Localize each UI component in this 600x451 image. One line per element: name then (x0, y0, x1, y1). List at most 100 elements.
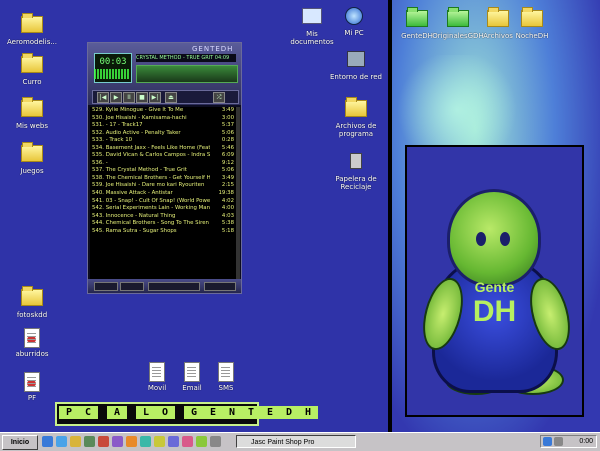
playlist-track-title: 538. The Chemical Brothers - Get Yoursel… (92, 174, 210, 181)
player-song-ticker: CRYSTAL METHOD - TRUE GRIT 04:09 (136, 54, 236, 62)
playlist-row[interactable]: 532. Audio Active - Penalty Taker 5:06 (90, 130, 236, 138)
desktop-icon-fotoskdd[interactable]: fotoskdd (4, 285, 60, 319)
folder-icon (21, 97, 43, 117)
playlist-track-title: 536. - (92, 159, 108, 166)
pause-icon[interactable]: II (123, 92, 135, 103)
quicklaunch-app-icon[interactable] (112, 436, 123, 447)
desktop-icon-nochedh[interactable]: NocheDH (504, 6, 560, 40)
taskbar-button-paint-shop-pro[interactable]: Jasc Paint Shop Pro (236, 435, 356, 448)
playlist-track-title: 541. 03 - Snap! - Cult Of Snap! (World P… (92, 197, 210, 204)
eject-icon[interactable]: ⏏ (165, 92, 177, 103)
playlist-row[interactable]: 544. Chemical Brothers - Song To The Sir… (90, 220, 236, 228)
quicklaunch-app-icon[interactable] (182, 436, 193, 447)
desktop-icon-aburridos[interactable]: aburridos (4, 328, 60, 358)
desktop-icon-label: Aeromodelis... (6, 38, 58, 46)
documents-icon (302, 8, 322, 24)
playlist-row[interactable]: 536. - 9:12 (90, 160, 236, 168)
desktop-icon-papelera[interactable]: Papelera de Reciclaje (328, 150, 384, 191)
playlist-track-duration: 2:15 (221, 182, 234, 189)
playlist-track-duration: 9:12 (221, 159, 234, 166)
desktop-icon-label: Mis webs (16, 122, 48, 130)
desktop-icon-mis-webs[interactable]: Mis webs (4, 96, 60, 130)
playlist-row[interactable]: 542. Serial Experiments Lain - Working M… (90, 205, 236, 213)
playlist-track-title: 537. The Crystal Method - True Grit (92, 167, 187, 174)
show-desktop-icon[interactable] (42, 436, 53, 447)
desktop-icon-entorno-de-red[interactable]: Entorno de red (328, 48, 384, 81)
play-icon[interactable]: ▶ (110, 92, 122, 103)
playlist-row[interactable]: 543. Innocence - Natural Thing 4:03 (90, 213, 236, 221)
playlist-scrollbar[interactable] (236, 107, 240, 279)
playlist-track-duration: 5:18 (221, 227, 234, 234)
playlist-row[interactable]: 540. Massive Attack - Antistar 19:38 (90, 190, 236, 198)
playlist-row[interactable]: 535. David Vican & Carlos Campos - Indra… (90, 152, 236, 160)
desktop-icon-curro[interactable]: Curro (4, 52, 60, 86)
playlist-track-title: 532. Audio Active - Penalty Taker (92, 129, 181, 136)
desktop-icon-aeromodelismo[interactable]: Aeromodelis... (4, 12, 60, 46)
playlist-misc-button[interactable] (204, 282, 236, 291)
quicklaunch-app-icon[interactable] (140, 436, 151, 447)
playlist-track-duration: 3:49 (221, 174, 234, 181)
playlist-row[interactable]: 538. The Chemical Brothers - Get Yoursel… (90, 175, 236, 183)
quicklaunch-app-icon[interactable] (98, 436, 109, 447)
playlist-track-duration: 5:06 (221, 167, 234, 174)
playlist-add-button[interactable] (94, 282, 118, 291)
banner-letter: T (241, 406, 261, 419)
desktop-icon-label: Papelera de Reciclaje (335, 175, 377, 191)
quicklaunch-app-icon[interactable] (210, 436, 221, 447)
playlist-row[interactable]: 534. Basement Jaxx - Feels Like Home (Fe… (90, 145, 236, 153)
tray-volume-icon[interactable] (554, 437, 563, 446)
playlist-row[interactable]: 529. Kylie Minogue - Give It To Me 3:49 (90, 107, 236, 115)
desktop-icon-label: NocheDH (515, 32, 549, 40)
desktop-icon-pf[interactable]: PF (4, 372, 60, 402)
outlook-icon[interactable] (70, 436, 81, 447)
playlist-row[interactable]: 537. The Crystal Method - True Grit 5:06 (90, 167, 236, 175)
wallpaper-mascot-frame: Gente DH (405, 145, 584, 417)
image-file-icon (24, 328, 40, 348)
player-sliders[interactable] (136, 65, 238, 83)
internet-explorer-icon[interactable] (56, 436, 67, 447)
playlist-track-title: 540. Massive Attack - Antistar (92, 190, 173, 197)
playlist-track-title: 530. Joe Hisaishi - Kamisama-hachi (92, 114, 187, 121)
desktop-icon-mi-pc[interactable]: Mi PC (326, 6, 382, 37)
playlist-row[interactable]: 545. Rama Sutra - Sugar Shops 5:18 (90, 228, 236, 236)
playlist-footer (88, 279, 241, 293)
playlist-row[interactable]: 533. - Track 10 0:28 (90, 137, 236, 145)
start-button[interactable]: Inicio (2, 435, 38, 450)
banner-pc-a-lo-gentedh: PCALOGENTEDH (55, 402, 318, 426)
stop-icon[interactable]: ■ (136, 92, 148, 103)
playlist-track-duration: 0:28 (221, 137, 234, 144)
playlist-track-duration: 3:49 (221, 107, 234, 113)
folder-icon (345, 97, 367, 117)
quicklaunch-app-icon[interactable] (84, 436, 95, 447)
shuffle-icon[interactable]: ⤮ (213, 92, 225, 103)
playlist-track-title: 534. Basement Jaxx - Feels Like Home (Fe… (92, 144, 210, 151)
desktop-icon-archivos-de-programa[interactable]: Archivos de programa (328, 96, 384, 138)
quicklaunch-app-icon[interactable] (196, 436, 207, 447)
playlist-row[interactable]: 541. 03 - Snap! - Cult Of Snap! (World P… (90, 198, 236, 206)
playlist-track-duration: 5:06 (221, 129, 234, 136)
playlist-row[interactable]: 530. Joe Hisaishi - Kamisama-hachi 3:00 (90, 115, 236, 123)
playlist-track-duration: 3:00 (221, 114, 234, 121)
desktop-icon-label: Archivos de programa (335, 122, 377, 138)
banner-letter: O (155, 406, 175, 419)
folder-icon (21, 53, 43, 73)
next-icon[interactable]: ▶| (149, 92, 161, 103)
desktop-icon-juegos[interactable]: Juegos (4, 141, 60, 175)
folder-icon (21, 286, 43, 306)
banner-letter: E (260, 406, 280, 419)
playlist-track-duration: 19:38 (218, 190, 234, 197)
quicklaunch-app-icon[interactable] (154, 436, 165, 447)
playlist-remove-button[interactable] (120, 282, 144, 291)
quicklaunch-app-icon[interactable] (168, 436, 179, 447)
previous-icon[interactable]: |◀ (97, 92, 109, 103)
media-player-window[interactable]: GENTEDH 00:03 CRYSTAL METHOD - TRUE GRIT… (87, 42, 242, 294)
playlist-row[interactable]: 539. Joe Hisaishi - Dare mo kari Ryourit… (90, 182, 236, 190)
playlist-track-title: 542. Serial Experiments Lain - Working M… (92, 205, 210, 212)
playlist-row[interactable]: 531. - 17 - Track17 5:37 (90, 122, 236, 130)
tray-network-icon[interactable] (543, 437, 552, 446)
playlist[interactable]: 529. Kylie Minogue - Give It To Me 3:49 53… (90, 107, 236, 279)
playlist-track-duration: 4:02 (221, 197, 234, 204)
quicklaunch-app-icon[interactable] (126, 436, 137, 447)
desktop-icon-sms[interactable]: SMS (198, 362, 254, 392)
playlist-track-title: 535. David Vican & Carlos Campos - Indra… (92, 152, 210, 159)
